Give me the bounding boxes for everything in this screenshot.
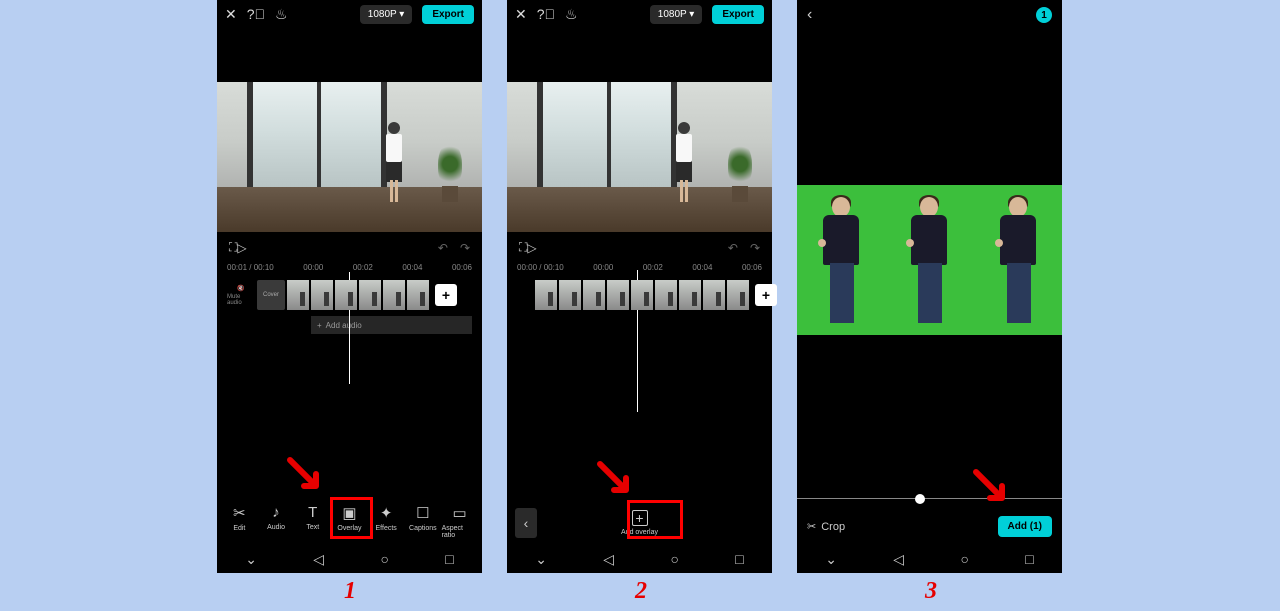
clip-thumb[interactable] — [703, 280, 725, 310]
clip-thumb[interactable] — [407, 280, 429, 310]
cover-button[interactable]: Cover — [257, 280, 285, 310]
step-label: 3 — [925, 578, 937, 605]
clip-thumb[interactable] — [359, 280, 381, 310]
resolution-button[interactable]: 1080P ▾ — [650, 5, 703, 24]
play-icon[interactable]: ▷ — [237, 241, 246, 255]
nav-recent-icon[interactable]: □ — [735, 551, 743, 567]
person-figure — [816, 191, 866, 331]
clip-preview-greenscreen[interactable] — [797, 185, 1062, 335]
fullscreen-icon[interactable]: ⛶ — [229, 240, 237, 255]
clip-thumb[interactable] — [311, 280, 333, 310]
screenshot-step-1: ✕ ?⃝ ♨ 1080P ▾ Export ⛶ ▷ ↶ ↷ 00:01 / 00… — [217, 0, 482, 573]
crop-icon: ✂ — [807, 520, 816, 533]
clip-thumb[interactable] — [287, 280, 309, 310]
picker-topbar: ‹ 1 — [797, 0, 1062, 30]
close-icon[interactable]: ✕ — [225, 6, 237, 23]
tool-captions[interactable]: ☐Captions — [405, 504, 441, 539]
nav-down-icon[interactable]: ⌄ — [825, 551, 837, 568]
person-figure — [904, 191, 954, 331]
nav-down-icon[interactable]: ⌄ — [535, 551, 547, 568]
back-icon[interactable]: ‹ — [807, 6, 812, 24]
add-clip-button[interactable]: + — [755, 284, 777, 306]
timecode-ruler: 00:00 / 00:10 00:00 00:02 00:04 00:06 — [507, 263, 772, 272]
clip-thumb[interactable] — [607, 280, 629, 310]
screenshot-step-2: ✕ ?⃝ ♨ 1080P ▾ Export ⛶ ▷ ↶ ↷ 00:00 / 00… — [507, 0, 772, 573]
playback-bar: ⛶ ▷ ↶ ↷ — [507, 232, 772, 263]
step-label: 1 — [344, 578, 356, 605]
export-button[interactable]: Export — [712, 5, 764, 24]
scrubber-track[interactable] — [797, 498, 1062, 499]
plus-icon: + — [317, 321, 322, 330]
clip-thumb[interactable] — [383, 280, 405, 310]
fullscreen-icon[interactable]: ⛶ — [519, 240, 527, 255]
mute-toggle[interactable]: 🔇Mute audio — [227, 285, 255, 306]
timeline[interactable]: 🔇Mute audio Cover + + Add audio — [217, 272, 482, 334]
editor-topbar: ✕ ?⃝ ♨ 1080P ▾ Export — [217, 0, 482, 28]
tool-text[interactable]: TText — [295, 504, 331, 539]
clip-thumb[interactable] — [727, 280, 749, 310]
clip-thumb[interactable] — [335, 280, 357, 310]
android-navbar: ⌄ ◁ ○ □ — [797, 545, 1062, 573]
clip-thumb[interactable] — [631, 280, 653, 310]
scrubber-knob[interactable] — [915, 494, 925, 504]
editor-topbar: ✕ ?⃝ ♨ 1080P ▾ Export — [507, 0, 772, 28]
export-button[interactable]: Export — [422, 5, 474, 24]
video-preview[interactable] — [507, 82, 772, 232]
clip-thumb[interactable] — [679, 280, 701, 310]
help-icon[interactable]: ?⃝ — [247, 6, 265, 22]
clip-thumb[interactable] — [583, 280, 605, 310]
nav-back-icon[interactable]: ◁ — [603, 551, 614, 568]
playback-bar: ⛶ ▷ ↶ ↷ — [217, 232, 482, 263]
undo-icon[interactable]: ↶ — [438, 241, 448, 255]
tool-audio[interactable]: ♪Audio — [258, 504, 294, 539]
video-preview[interactable] — [217, 82, 482, 232]
android-navbar: ⌄ ◁ ○ □ — [217, 545, 482, 573]
timecode-ruler: 00:01 / 00:10 00:00 00:02 00:04 00:06 — [217, 263, 482, 272]
resolution-button[interactable]: 1080P ▾ — [360, 5, 413, 24]
android-navbar: ⌄ ◁ ○ □ — [507, 545, 772, 573]
help-icon[interactable]: ?⃝ — [537, 6, 555, 22]
nav-home-icon[interactable]: ○ — [380, 551, 388, 567]
add-clip-confirm-button[interactable]: Add (1) — [998, 516, 1052, 537]
selection-count-badge: 1 — [1036, 7, 1052, 23]
highlight-overlay-tool — [330, 497, 373, 539]
clip-thumb[interactable] — [535, 280, 557, 310]
add-clip-button[interactable]: + — [435, 284, 457, 306]
toolbar-back-button[interactable]: ‹ — [515, 508, 537, 538]
nav-home-icon[interactable]: ○ — [670, 551, 678, 567]
picker-bottom-bar: ✂ Crop Add (1) — [797, 516, 1062, 537]
highlight-add-overlay — [627, 500, 683, 539]
nav-back-icon[interactable]: ◁ — [893, 551, 904, 568]
step-label: 2 — [635, 578, 647, 605]
nav-recent-icon[interactable]: □ — [1025, 551, 1033, 567]
nav-recent-icon[interactable]: □ — [445, 551, 453, 567]
person-figure — [993, 191, 1043, 331]
undo-icon[interactable]: ↶ — [728, 241, 738, 255]
timeline[interactable]: + — [507, 272, 772, 312]
flame-icon[interactable]: ♨ — [565, 6, 578, 23]
clip-thumb[interactable] — [655, 280, 677, 310]
redo-icon[interactable]: ↷ — [750, 241, 760, 255]
play-icon[interactable]: ▷ — [527, 241, 536, 255]
nav-back-icon[interactable]: ◁ — [313, 551, 324, 568]
close-icon[interactable]: ✕ — [515, 6, 527, 23]
crop-button[interactable]: ✂ Crop — [807, 520, 845, 533]
tool-edit[interactable]: ✂Edit — [221, 504, 257, 539]
tool-aspect[interactable]: ▭Aspect ratio — [442, 504, 478, 539]
redo-icon[interactable]: ↷ — [460, 241, 470, 255]
add-audio-row[interactable]: + Add audio — [311, 316, 472, 334]
clip-thumb[interactable] — [559, 280, 581, 310]
nav-down-icon[interactable]: ⌄ — [245, 551, 257, 568]
nav-home-icon[interactable]: ○ — [960, 551, 968, 567]
tool-effects[interactable]: ✦Effects — [368, 504, 404, 539]
flame-icon[interactable]: ♨ — [275, 6, 288, 23]
screenshot-step-3: ‹ 1 ✂ Crop Add (1) ⌄ ◁ ○ □ — [797, 0, 1062, 573]
